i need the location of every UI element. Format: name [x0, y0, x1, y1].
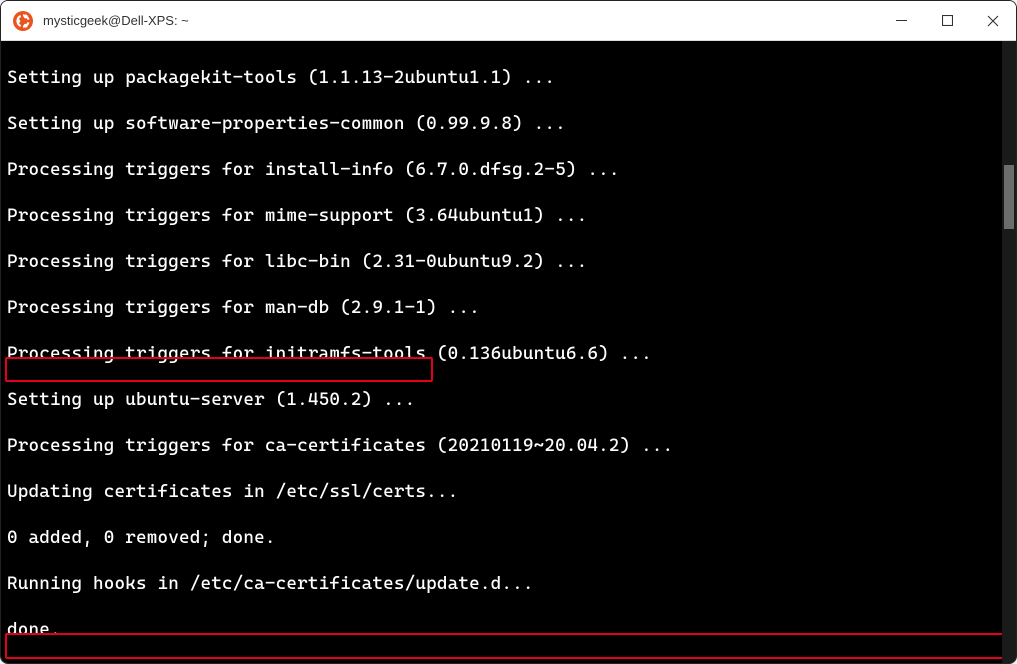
output-line: Processing triggers for mime-support (3.…	[7, 204, 1016, 227]
output-line: Setting up ubuntu-server (1.450.2) ...	[7, 388, 1016, 411]
output-line: Updating certificates in /etc/ssl/certs.…	[7, 480, 1016, 503]
output-line: Processing triggers for man-db (2.9.1-1)…	[7, 296, 1016, 319]
terminal-area[interactable]: Setting up packagekit-tools (1.1.13-2ubu…	[1, 41, 1016, 663]
maximize-button[interactable]	[924, 1, 970, 40]
scrollbar-thumb[interactable]	[1004, 165, 1014, 229]
close-button[interactable]	[970, 1, 1016, 40]
window-controls	[878, 1, 1016, 40]
minimize-button[interactable]	[878, 1, 924, 40]
output-line: Processing triggers for initramfs-tools …	[7, 342, 1016, 365]
output-line: Setting up software-properties-common (0…	[7, 112, 1016, 135]
window-title: mysticgeek@Dell-XPS: ~	[43, 13, 878, 28]
scrollbar-track[interactable]	[1002, 41, 1016, 663]
output-line: Processing triggers for ca-certificates …	[7, 434, 1016, 457]
output-line: Processing triggers for libc-bin (2.31-0…	[7, 250, 1016, 273]
terminal-window: mysticgeek@Dell-XPS: ~ Setting up packag…	[0, 0, 1017, 664]
ubuntu-icon	[13, 11, 33, 31]
output-line: Processing triggers for install-info (6.…	[7, 158, 1016, 181]
terminal-output[interactable]: Setting up packagekit-tools (1.1.13-2ubu…	[1, 41, 1016, 663]
output-line: 0 added, 0 removed; done.	[7, 526, 1016, 549]
output-line: done.	[7, 618, 1016, 641]
titlebar[interactable]: mysticgeek@Dell-XPS: ~	[1, 1, 1016, 41]
output-line: Setting up packagekit-tools (1.1.13-2ubu…	[7, 66, 1016, 89]
output-line: Running hooks in /etc/ca-certificates/up…	[7, 572, 1016, 595]
